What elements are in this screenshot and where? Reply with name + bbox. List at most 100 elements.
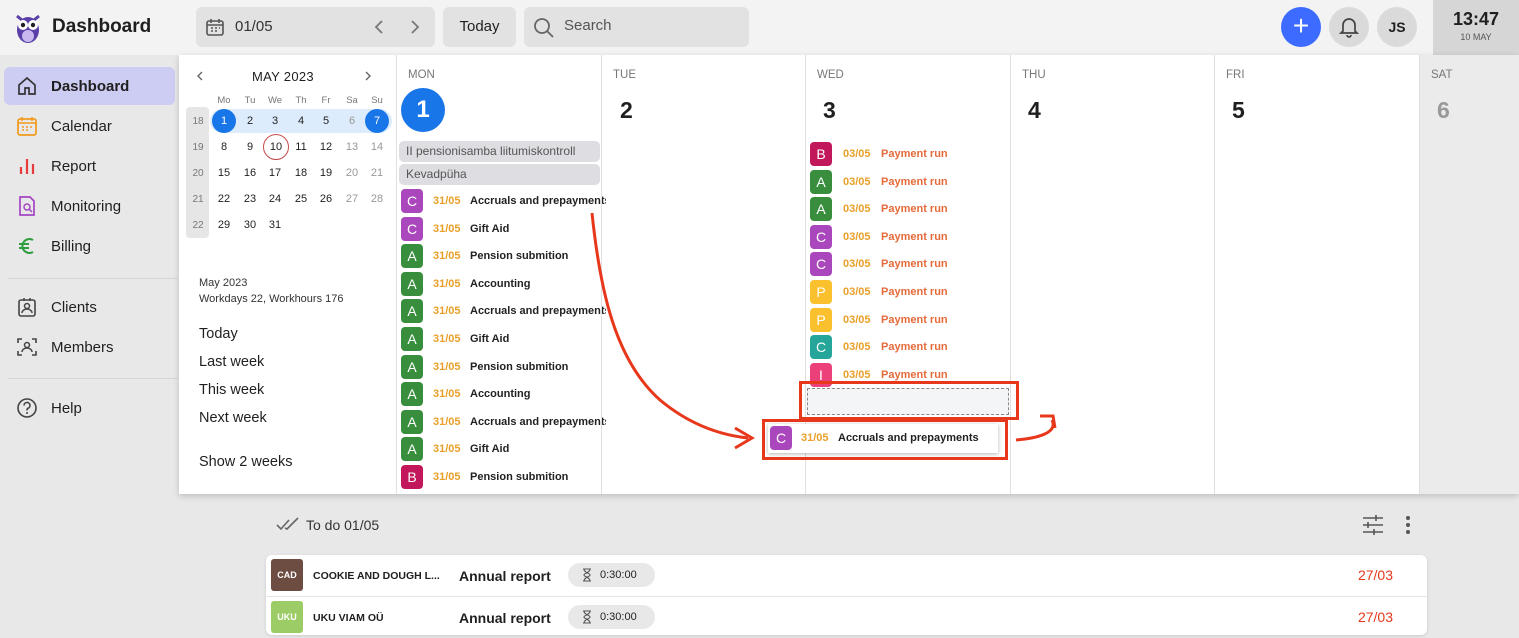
calendar-day[interactable]: 30: [239, 219, 261, 231]
day-column-fri[interactable]: FRI 5: [1214, 55, 1419, 494]
chevron-right-icon[interactable]: [363, 70, 373, 82]
week-number[interactable]: 21: [187, 194, 209, 205]
task-item[interactable]: A 31/05 Pension submition: [401, 354, 606, 379]
calendar-day[interactable]: 1: [213, 115, 235, 127]
calendar-day[interactable]: 2: [239, 115, 261, 127]
task-item[interactable]: C 03/05 Payment run: [810, 252, 1015, 277]
calendar-day[interactable]: 22: [213, 193, 235, 205]
task-badge: A: [401, 437, 423, 462]
sidebar-item-members[interactable]: Members: [4, 328, 175, 366]
task-item[interactable]: A 31/05 Gift Aid: [401, 437, 606, 462]
day-column-thu[interactable]: THU 4: [1010, 55, 1214, 494]
calendar-day[interactable]: 18: [290, 167, 312, 179]
add-button[interactable]: +: [1281, 7, 1321, 47]
today-button[interactable]: Today: [443, 7, 516, 47]
calendar-day[interactable]: 24: [264, 193, 286, 205]
calendar-day[interactable]: 3: [264, 115, 286, 127]
sidebar-item-clients[interactable]: Clients: [4, 288, 175, 326]
task-item[interactable]: A 03/05 Payment run: [810, 169, 1015, 194]
chevron-left-icon[interactable]: [195, 70, 205, 82]
day-number-selected[interactable]: 1: [401, 88, 445, 132]
quick-link-today[interactable]: Today: [199, 326, 238, 342]
day-number[interactable]: 4: [1028, 97, 1041, 124]
todo-row[interactable]: UKU UKU VIAM OÜ Annual report 0:30:00 27…: [266, 597, 1427, 638]
holiday-item[interactable]: II pensionisamba liitumiskontroll: [399, 141, 600, 162]
day-number[interactable]: 5: [1232, 97, 1245, 124]
todo-row[interactable]: CAD COOKIE AND DOUGH L... Annual report …: [266, 555, 1427, 596]
task-item[interactable]: A 31/05 Gift Aid: [401, 327, 606, 351]
day-number[interactable]: 6: [1437, 97, 1450, 124]
task-item[interactable]: C 03/05 Payment run: [810, 335, 1015, 360]
date-picker[interactable]: 01/05: [196, 7, 435, 47]
calendar-day[interactable]: 19: [315, 167, 337, 179]
calendar-day[interactable]: 13: [341, 141, 363, 153]
calendar-day[interactable]: 7: [366, 115, 388, 127]
task-item[interactable]: C 03/05 Payment run: [810, 224, 1015, 249]
task-item[interactable]: P 03/05 Payment run: [810, 307, 1015, 332]
search-input[interactable]: [564, 17, 734, 34]
quick-link-show-2-weeks[interactable]: Show 2 weeks: [199, 454, 293, 470]
calendar-day[interactable]: 31: [264, 219, 286, 231]
calendar-day[interactable]: 25: [290, 193, 312, 205]
calendar-day[interactable]: 12: [315, 141, 337, 153]
calendar-day[interactable]: 23: [239, 193, 261, 205]
task-item[interactable]: A 31/05 Accruals and prepayments: [401, 299, 606, 324]
task-item[interactable]: C 31/05 Accruals and prepayments: [401, 189, 606, 213]
more-vertical-icon[interactable]: [1404, 514, 1412, 536]
day-column-mon[interactable]: MON 1 II pensionisamba liitumiskontroll …: [396, 55, 606, 494]
chevron-left-icon[interactable]: [372, 19, 386, 35]
sidebar-item-report[interactable]: Report: [4, 147, 175, 185]
quick-link-this-week[interactable]: This week: [199, 382, 264, 398]
task-item[interactable]: A 03/05 Payment run: [810, 197, 1015, 222]
sidebar-item-dashboard[interactable]: Dashboard: [4, 67, 175, 105]
calendar-day[interactable]: 9: [239, 141, 261, 153]
day-number[interactable]: 2: [620, 97, 633, 124]
calendar-day[interactable]: 29: [213, 219, 235, 231]
week-number[interactable]: 19: [187, 142, 209, 153]
calendar-day[interactable]: 11: [290, 141, 312, 153]
drop-placeholder[interactable]: [807, 388, 1009, 415]
calendar-day[interactable]: 8: [213, 141, 235, 153]
task-item[interactable]: A 31/05 Accounting: [401, 271, 606, 296]
task-item[interactable]: B 03/05 Payment run: [810, 142, 1015, 166]
sidebar-item-billing[interactable]: Billing: [4, 227, 175, 265]
calendar-day[interactable]: 6: [341, 115, 363, 127]
quick-link-next-week[interactable]: Next week: [199, 410, 267, 426]
day-number[interactable]: 3: [823, 97, 836, 124]
calendar-day[interactable]: 5: [315, 115, 337, 127]
sidebar-item-help[interactable]: Help: [4, 389, 175, 427]
quick-link-last-week[interactable]: Last week: [199, 354, 264, 370]
filter-sliders-icon[interactable]: [1362, 514, 1384, 536]
notifications-button[interactable]: [1329, 7, 1369, 47]
calendar-day[interactable]: 17: [264, 167, 286, 179]
week-number[interactable]: 20: [187, 168, 209, 179]
calendar-day[interactable]: 28: [366, 193, 388, 205]
calendar-day[interactable]: 26: [315, 193, 337, 205]
user-avatar[interactable]: JS: [1377, 7, 1417, 47]
calendar-day[interactable]: 10: [265, 141, 287, 153]
dragged-task-card[interactable]: C 31/05 Accruals and prepayments: [768, 424, 998, 453]
task-item[interactable]: A 31/05 Accruals and prepayments: [401, 409, 606, 434]
holiday-item[interactable]: Kevadpüha: [399, 164, 600, 185]
calendar-day[interactable]: 4: [290, 115, 312, 127]
calendar-day[interactable]: 21: [366, 167, 388, 179]
calendar-day[interactable]: 14: [366, 141, 388, 153]
week-number[interactable]: 22: [187, 220, 209, 231]
sidebar-item-monitoring[interactable]: Monitoring: [4, 187, 175, 225]
task-item[interactable]: A 31/05 Pension submition: [401, 244, 606, 269]
client-avatar: UKU: [271, 601, 303, 633]
task-item[interactable]: A 31/05 Accounting: [401, 382, 606, 407]
calendar-day[interactable]: 15: [213, 167, 235, 179]
task-item[interactable]: B 31/05 Pension submition: [401, 465, 606, 489]
chevron-right-icon[interactable]: [408, 19, 422, 35]
task-item[interactable]: C 31/05 Gift Aid: [401, 216, 606, 241]
weekday-header: We: [267, 95, 283, 106]
sidebar-item-calendar[interactable]: Calendar: [4, 107, 175, 145]
calendar-day[interactable]: 16: [239, 167, 261, 179]
calendar-day[interactable]: 27: [341, 193, 363, 205]
day-column-sat[interactable]: SAT 6: [1419, 55, 1519, 494]
task-item[interactable]: P 03/05 Payment run: [810, 280, 1015, 304]
week-number[interactable]: 18: [187, 116, 209, 127]
search-box[interactable]: [524, 7, 749, 47]
calendar-day[interactable]: 20: [341, 167, 363, 179]
